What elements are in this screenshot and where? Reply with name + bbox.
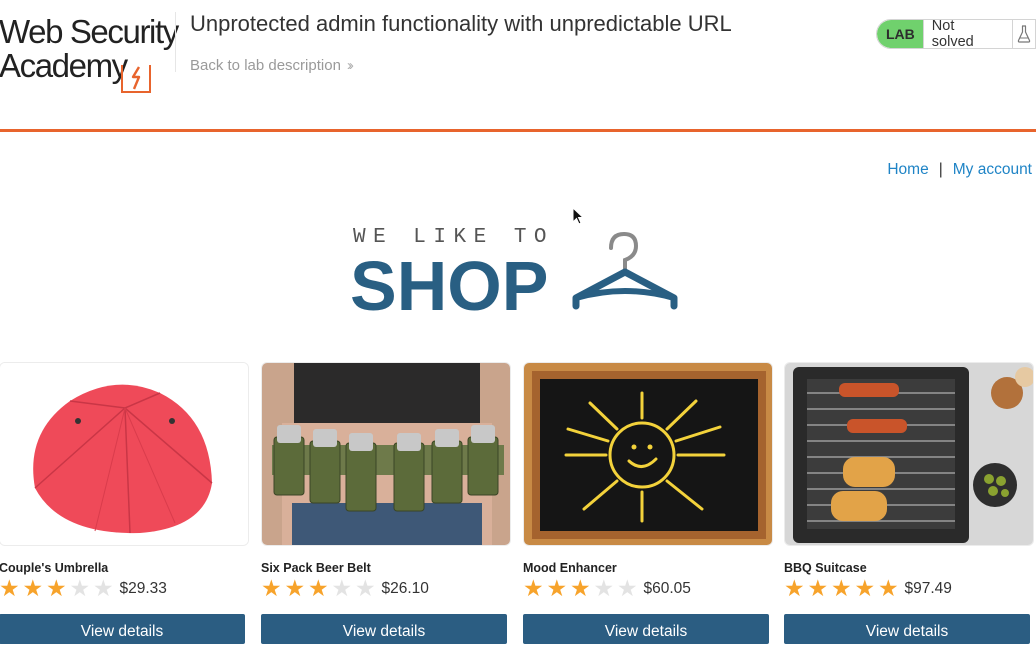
my-account-link[interactable]: My account <box>953 161 1032 178</box>
star-empty-icon: ★ <box>355 576 376 602</box>
star-filled-icon: ★ <box>0 576 20 602</box>
shop-banner: WE LIKE TO SHOP <box>350 220 690 325</box>
view-details-button[interactable]: View details <box>523 614 769 644</box>
product-name: Six Pack Beer Belt <box>261 561 371 575</box>
star-filled-icon: ★ <box>308 576 329 602</box>
product-name: Mood Enhancer <box>523 561 617 575</box>
rating-stars: ★ ★ ★ ★ ★ $60.05 <box>523 577 691 601</box>
product-card: Mood Enhancer ★ ★ ★ ★ ★ $60.05 View deta… <box>523 362 773 644</box>
nav-separator: | <box>938 161 943 178</box>
product-price: $97.49 <box>904 580 952 597</box>
star-filled-icon: ★ <box>878 576 899 602</box>
home-link[interactable]: Home <box>887 161 928 178</box>
lab-status-widget: LAB Not solved <box>876 19 1036 49</box>
star-filled-icon: ★ <box>854 576 876 602</box>
product-card: BBQ Suitcase ★ ★ ★ ★ ★ $97.49 View detai… <box>784 362 1034 644</box>
product-price: $29.33 <box>119 580 167 597</box>
product-name: BBQ Suitcase <box>784 561 867 575</box>
star-filled-icon: ★ <box>261 576 282 602</box>
view-details-button[interactable]: View details <box>261 614 507 644</box>
flask-icon[interactable] <box>1011 20 1035 48</box>
product-card: Couple's Umbrella ★ ★ ★ ★ ★ $29.33 View … <box>0 362 249 644</box>
logo-bolt-icon <box>121 65 151 93</box>
star-empty-icon: ★ <box>69 576 91 602</box>
web-security-academy-logo[interactable]: Web Security Academy <box>0 14 179 93</box>
lab-status-text: Not solved <box>922 20 1012 48</box>
header-orange-rule <box>0 129 1036 132</box>
lab-header: Web Security Academy Unprotected admin f… <box>0 0 1036 132</box>
view-details-button[interactable]: View details <box>784 614 1030 644</box>
star-empty-icon: ★ <box>617 576 638 602</box>
rating-stars: ★ ★ ★ ★ ★ $97.49 <box>784 577 952 601</box>
star-filled-icon: ★ <box>570 576 591 602</box>
star-filled-icon: ★ <box>46 576 67 602</box>
product-name: Couple's Umbrella <box>0 561 109 575</box>
product-price: $26.10 <box>381 580 429 597</box>
logo-line-2: Academy <box>0 47 128 84</box>
umbrella-image[interactable] <box>0 362 249 546</box>
product-price: $60.05 <box>643 580 691 597</box>
star-filled-icon: ★ <box>784 576 805 602</box>
sun-chalkboard-image[interactable] <box>523 362 773 546</box>
product-card: Six Pack Beer Belt ★ ★ ★ ★ ★ $26.10 View… <box>261 362 511 644</box>
star-filled-icon: ★ <box>807 576 829 602</box>
banner-title: SHOP <box>350 247 549 325</box>
lab-title: Unprotected admin functionality with unp… <box>190 11 732 36</box>
bbq-grill-image[interactable] <box>784 362 1034 546</box>
star-empty-icon: ★ <box>593 576 615 602</box>
rating-stars: ★ ★ ★ ★ ★ $29.33 <box>0 577 167 601</box>
back-to-lab-description-link[interactable]: Back to lab description ›› <box>190 57 354 74</box>
double-chevron-right-icon: ›› <box>346 57 354 74</box>
star-empty-icon: ★ <box>93 576 114 602</box>
star-filled-icon: ★ <box>284 576 306 602</box>
header-divider <box>175 12 176 72</box>
star-filled-icon: ★ <box>22 576 44 602</box>
view-details-button[interactable]: View details <box>0 614 245 644</box>
clothes-hanger-icon <box>572 231 678 310</box>
back-link-label: Back to lab description <box>190 57 341 74</box>
star-filled-icon: ★ <box>831 576 852 602</box>
rating-stars: ★ ★ ★ ★ ★ $26.10 <box>261 577 429 601</box>
logo-line-1: Web Security <box>0 13 179 50</box>
top-nav: Home | My account <box>887 161 1032 179</box>
beer-belt-image[interactable] <box>261 362 511 546</box>
star-filled-icon: ★ <box>523 576 544 602</box>
lab-badge: LAB <box>877 20 923 48</box>
star-empty-icon: ★ <box>331 576 353 602</box>
star-filled-icon: ★ <box>546 576 568 602</box>
